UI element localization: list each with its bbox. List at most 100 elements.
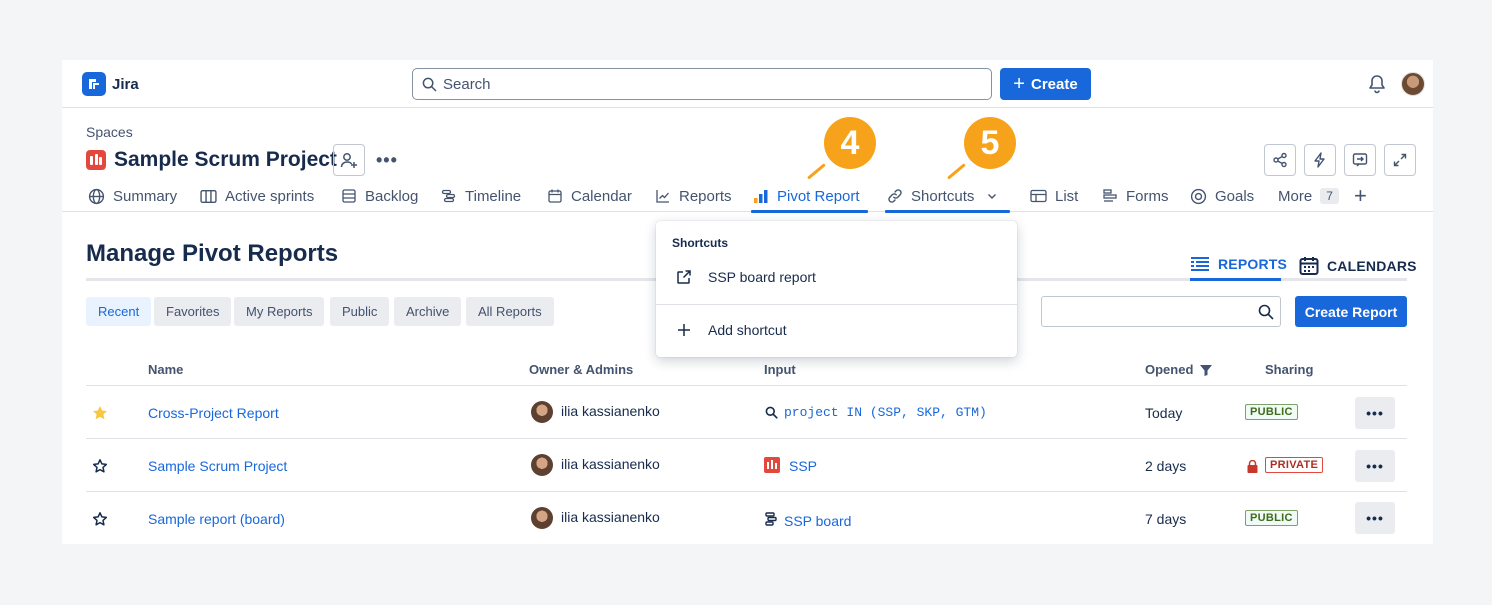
shortcut-item-ssp-board-report[interactable]: SSP board report	[676, 269, 816, 285]
reports-tab-indicator	[1190, 278, 1281, 281]
callout-4-pointer	[807, 163, 826, 180]
breadcrumb[interactable]: Spaces	[86, 124, 133, 140]
callout-5-badge: 5	[964, 117, 1016, 169]
create-report-button[interactable]: Create Report	[1295, 296, 1407, 327]
star-outline-icon[interactable]	[92, 458, 108, 474]
chevron-down-icon	[988, 194, 997, 199]
input-jql-link[interactable]: project IN (SSP, SKP, GTM)	[784, 405, 987, 420]
view-reports-tab[interactable]: REPORTS	[1190, 256, 1287, 272]
col-opened[interactable]: Opened	[1145, 362, 1213, 377]
form-icon	[1103, 189, 1117, 202]
timeline-icon	[441, 189, 456, 203]
globe-icon	[88, 188, 105, 204]
list-icon	[342, 189, 356, 203]
owner-avatar	[531, 454, 553, 476]
star-outline-icon[interactable]	[92, 511, 108, 527]
notifications-bell-icon[interactable]	[1368, 74, 1386, 94]
calendar-grid-icon	[1299, 257, 1319, 275]
sharing-badge: PUBLIC	[1245, 510, 1298, 526]
target-icon	[1190, 188, 1207, 204]
report-name-link[interactable]: Sample report (board)	[148, 511, 285, 527]
filter-recent[interactable]: Recent	[86, 297, 152, 326]
filter-public[interactable]: Public	[330, 297, 390, 326]
owner-avatar	[531, 507, 553, 529]
report-name-link[interactable]: Cross-Project Report	[148, 405, 279, 421]
global-search[interactable]	[412, 68, 992, 100]
filter-my-reports[interactable]: My Reports	[234, 297, 325, 326]
tab-reports[interactable]: Reports	[653, 180, 734, 212]
opened-value: Today	[1145, 405, 1183, 421]
jira-logo-icon[interactable]	[82, 72, 106, 96]
link-icon	[888, 189, 902, 203]
input-board-link[interactable]: SSP board	[784, 513, 851, 529]
input-project-link[interactable]: SSP	[789, 458, 817, 474]
col-input[interactable]: Input	[764, 362, 796, 377]
project-more-icon[interactable]: •••	[376, 150, 398, 171]
automation-button[interactable]	[1304, 144, 1336, 176]
tab-pivot-report[interactable]: Pivot Report	[751, 180, 868, 213]
create-button[interactable]: + Create	[1000, 68, 1091, 100]
add-tab-plus-icon[interactable]: +	[1352, 180, 1369, 212]
col-sharing[interactable]: Sharing	[1265, 362, 1313, 377]
more-count-badge: 7	[1320, 188, 1339, 204]
filter-all-reports[interactable]: All Reports	[466, 297, 554, 326]
tab-active-sprints[interactable]: Active sprints	[198, 180, 316, 212]
app-frame: Jira + Create Spaces Sample Scrum Projec…	[62, 60, 1433, 544]
share-icon	[1273, 152, 1287, 168]
filter-archive[interactable]: Archive	[394, 297, 462, 326]
feedback-button[interactable]	[1344, 144, 1376, 176]
project-small-icon	[764, 457, 780, 473]
table-icon	[1030, 189, 1047, 203]
bar-chart-icon	[754, 190, 768, 203]
tab-timeline[interactable]: Timeline	[439, 180, 523, 212]
star-filled-icon[interactable]	[92, 405, 108, 421]
tab-shortcuts[interactable]: Shortcuts	[885, 180, 1010, 213]
plus-icon: +	[1013, 73, 1025, 95]
tab-forms[interactable]: Forms	[1100, 180, 1171, 212]
opened-value: 7 days	[1145, 511, 1187, 527]
shortcuts-dropdown: Shortcuts SSP board report Add shortcut	[656, 221, 1017, 357]
add-people-button[interactable]	[333, 144, 365, 176]
col-name[interactable]: Name	[148, 362, 183, 377]
row-actions-button[interactable]: •••	[1355, 502, 1395, 534]
tab-backlog[interactable]: Backlog	[339, 180, 420, 212]
filter-favorites[interactable]: Favorites	[154, 297, 232, 326]
owner-avatar	[531, 401, 553, 423]
tab-list[interactable]: List	[1028, 180, 1080, 212]
search-icon	[422, 77, 437, 92]
row-actions-button[interactable]: •••	[1355, 450, 1395, 482]
report-list-icon	[1191, 257, 1209, 271]
owner-name: ilia kassianenko	[561, 456, 660, 472]
search-input[interactable]	[443, 69, 983, 99]
top-navigation: Jira + Create	[62, 60, 1433, 108]
project-icon	[86, 150, 106, 170]
callout-4-badge: 4	[824, 117, 876, 169]
share-button[interactable]	[1264, 144, 1296, 176]
tab-more[interactable]: More 7	[1276, 180, 1341, 212]
dropdown-divider	[656, 304, 1017, 305]
fullscreen-button[interactable]	[1384, 144, 1416, 176]
opened-value: 2 days	[1145, 458, 1187, 474]
tab-summary[interactable]: Summary	[86, 180, 179, 212]
tab-goals[interactable]: Goals	[1188, 180, 1256, 212]
filter-funnel-icon[interactable]	[1199, 363, 1213, 377]
user-avatar[interactable]	[1401, 72, 1425, 96]
add-shortcut-item[interactable]: Add shortcut	[676, 322, 787, 338]
tab-calendar[interactable]: Calendar	[545, 180, 634, 212]
board-small-icon	[765, 512, 777, 526]
report-name-link[interactable]: Sample Scrum Project	[148, 458, 287, 474]
expand-icon	[1393, 153, 1407, 167]
row-actions-button[interactable]: •••	[1355, 397, 1395, 429]
app-name[interactable]: Jira	[112, 76, 139, 93]
report-search-input[interactable]	[1041, 296, 1281, 327]
view-calendars-tab[interactable]: CALENDARS	[1299, 256, 1417, 276]
jql-search-icon	[765, 406, 778, 419]
board-icon	[200, 189, 217, 203]
col-owner[interactable]: Owner & Admins	[529, 362, 633, 377]
page-title: Manage Pivot Reports	[86, 240, 339, 267]
sharing-badge: PRIVATE	[1265, 457, 1324, 473]
create-label: Create	[1030, 75, 1078, 93]
row-divider	[86, 491, 1407, 492]
lock-icon	[1247, 460, 1258, 473]
search-icon	[1258, 304, 1274, 320]
